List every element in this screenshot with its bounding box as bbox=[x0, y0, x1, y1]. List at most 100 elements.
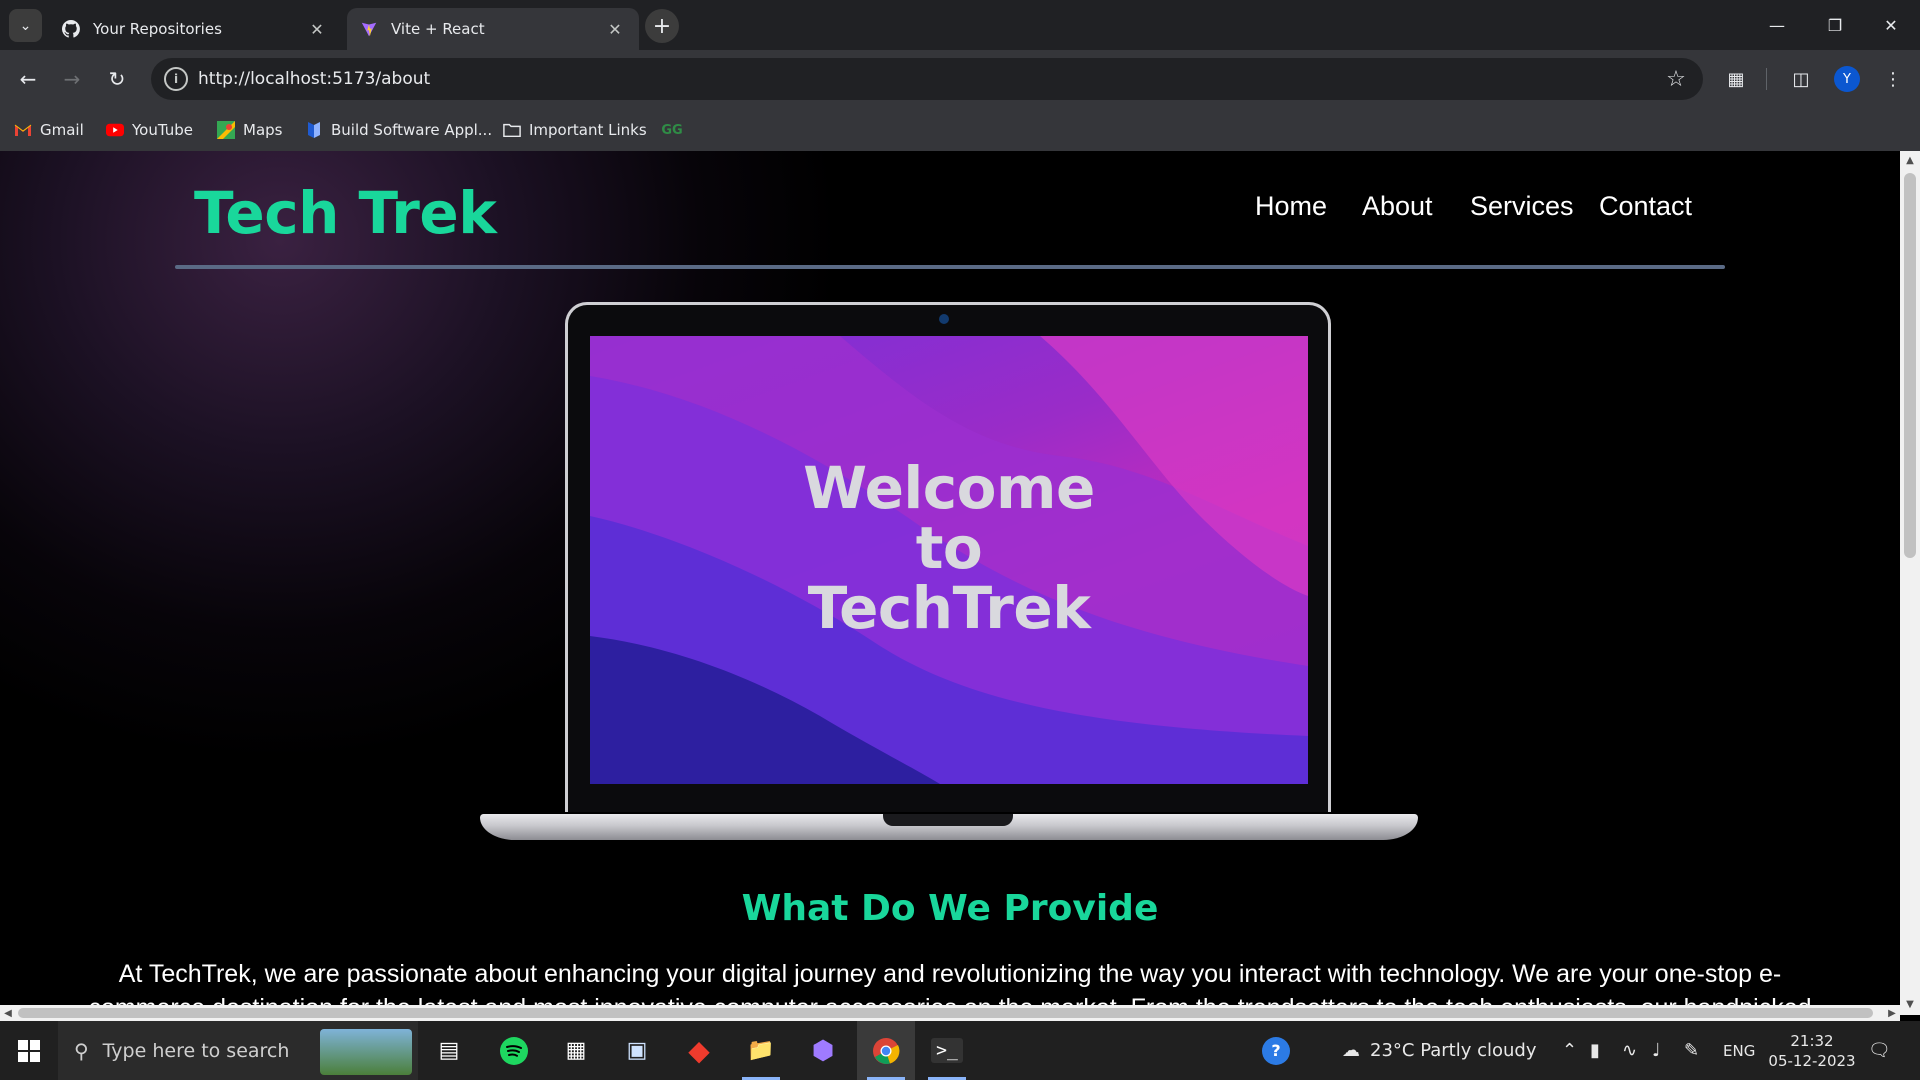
bookmark-star-icon[interactable]: ☆ bbox=[1659, 62, 1693, 96]
task-view-button[interactable]: ▤ bbox=[420, 1021, 478, 1080]
bookmark-gmail[interactable]: Gmail bbox=[14, 116, 84, 144]
scroll-right-icon[interactable]: ▶ bbox=[1884, 1005, 1900, 1021]
header-divider bbox=[175, 265, 1725, 269]
page-viewport: Tech Trek Home About Services Contact We… bbox=[0, 151, 1900, 1015]
profile-avatar[interactable]: Y bbox=[1834, 66, 1860, 92]
clock[interactable]: 21:32 05-12-2023 bbox=[1752, 1031, 1872, 1071]
volume-icon[interactable]: ♩ bbox=[1652, 1021, 1661, 1080]
side-panel-icon: ◫ bbox=[1792, 68, 1810, 90]
site-logo[interactable]: Tech Trek bbox=[194, 179, 497, 247]
gmail-icon bbox=[14, 121, 32, 139]
restore-button[interactable]: ❐ bbox=[1806, 0, 1864, 50]
clock-time: 21:32 bbox=[1790, 1032, 1834, 1050]
horizontal-scrollbar[interactable]: ◀ ▶ bbox=[0, 1005, 1900, 1021]
arrow-right-icon: → bbox=[63, 67, 81, 91]
bookmarks-bar: Gmail YouTube Maps Build Software Appl..… bbox=[0, 108, 1920, 151]
photos-taskbar-button[interactable]: ▣ bbox=[608, 1021, 666, 1080]
close-icon: ✕ bbox=[1884, 15, 1898, 35]
browser-tab-strip: ⌄ Your Repositories ✕ Vite + React ✕ + —… bbox=[0, 0, 1920, 50]
vite-icon bbox=[359, 19, 379, 39]
back-button[interactable]: ← bbox=[11, 62, 45, 96]
close-icon[interactable]: ✕ bbox=[305, 17, 329, 41]
visual-studio-taskbar-button[interactable]: ⬢ bbox=[794, 1021, 852, 1080]
youtube-icon bbox=[106, 121, 124, 139]
file-explorer-taskbar-button[interactable]: 📁 bbox=[732, 1021, 790, 1080]
language-indicator[interactable]: ENG bbox=[1723, 1021, 1755, 1080]
extensions-button[interactable]: ▦ bbox=[1719, 62, 1753, 96]
wifi-icon[interactable]: ∿ bbox=[1622, 1021, 1637, 1080]
close-window-button[interactable]: ✕ bbox=[1862, 0, 1920, 50]
url-text[interactable]: http://localhost:5173/about bbox=[198, 69, 1659, 89]
site-info-icon[interactable]: i bbox=[164, 67, 188, 91]
restore-icon: ❐ bbox=[1827, 15, 1843, 35]
github-icon bbox=[61, 19, 81, 39]
search-icon: ⚲ bbox=[74, 1038, 89, 1063]
anydesk-taskbar-button[interactable]: ◆ bbox=[670, 1021, 728, 1080]
chevron-down-icon: ⌄ bbox=[19, 17, 32, 34]
show-hidden-icons-button[interactable]: ⌃ bbox=[1562, 1021, 1577, 1080]
minimize-button[interactable]: — bbox=[1748, 0, 1806, 50]
hero-line: TechTrek bbox=[807, 574, 1091, 642]
tab-vite-react[interactable]: Vite + React ✕ bbox=[347, 8, 639, 50]
tab-title: Your Repositories bbox=[93, 20, 222, 38]
help-icon[interactable]: ? bbox=[1262, 1021, 1290, 1080]
maps-icon bbox=[217, 121, 235, 139]
clock-date: 05-12-2023 bbox=[1768, 1052, 1856, 1070]
app-icon bbox=[305, 121, 323, 139]
task-view-icon: ▤ bbox=[438, 1038, 460, 1063]
bookmark-geeksforgeeks[interactable]: GG bbox=[661, 116, 689, 144]
notifications-icon[interactable]: 🗨 bbox=[1868, 1021, 1891, 1080]
laptop-screen: Welcome to TechTrek bbox=[590, 336, 1308, 784]
hero-line: Welcome bbox=[803, 454, 1095, 522]
taskbar-search-box[interactable]: ⚲ Type here to search bbox=[58, 1021, 418, 1080]
address-bar[interactable]: i http://localhost:5173/about ☆ bbox=[151, 58, 1703, 100]
side-panel-button[interactable]: ◫ bbox=[1784, 62, 1818, 96]
bookmark-build-software[interactable]: Build Software Appl... bbox=[305, 116, 492, 144]
nav-home-link[interactable]: Home bbox=[1255, 191, 1327, 222]
tab-your-repositories[interactable]: Your Repositories ✕ bbox=[49, 8, 341, 50]
scroll-down-icon[interactable]: ▼ bbox=[1900, 995, 1920, 1013]
weather-text: 23°C Partly cloudy bbox=[1370, 1040, 1537, 1061]
scrollbar-thumb[interactable] bbox=[18, 1008, 1873, 1018]
terminal-icon: >_ bbox=[931, 1038, 963, 1063]
scrollbar-thumb[interactable] bbox=[1904, 173, 1916, 558]
tab-search-button[interactable]: ⌄ bbox=[9, 9, 42, 42]
bookmark-label: YouTube bbox=[132, 121, 193, 139]
section-heading: What Do We Provide bbox=[741, 888, 1159, 929]
search-highlight-illustration bbox=[320, 1029, 412, 1075]
scroll-up-icon[interactable]: ▲ bbox=[1900, 151, 1920, 169]
browser-menu-button[interactable]: ⋮ bbox=[1876, 62, 1910, 96]
webcam-dot bbox=[939, 314, 949, 324]
kebab-menu-icon: ⋮ bbox=[1884, 68, 1902, 90]
bookmark-maps[interactable]: Maps bbox=[217, 116, 282, 144]
arrow-left-icon: ← bbox=[19, 67, 37, 91]
forward-button[interactable]: → bbox=[55, 62, 89, 96]
battery-icon[interactable]: ▮ bbox=[1590, 1021, 1600, 1080]
bookmark-folder-important-links[interactable]: Important Links bbox=[503, 116, 647, 144]
nav-about-link[interactable]: About bbox=[1362, 191, 1433, 222]
spotify-taskbar-button[interactable] bbox=[485, 1021, 543, 1080]
bookmark-youtube[interactable]: YouTube bbox=[106, 116, 193, 144]
vertical-scrollbar[interactable]: ▲ ▼ bbox=[1900, 151, 1920, 1015]
chrome-taskbar-button[interactable] bbox=[857, 1021, 915, 1080]
close-icon[interactable]: ✕ bbox=[603, 17, 627, 41]
bookmark-label: Build Software Appl... bbox=[331, 121, 493, 139]
start-button[interactable] bbox=[0, 1021, 58, 1080]
nav-contact-link[interactable]: Contact bbox=[1599, 191, 1692, 222]
photos-icon: ▣ bbox=[626, 1038, 648, 1063]
geeksforgeeks-icon: GG bbox=[661, 122, 683, 138]
browser-toolbar: ← → ↻ i http://localhost:5173/about ☆ ▦ … bbox=[0, 50, 1920, 108]
pen-icon[interactable]: ✎ bbox=[1684, 1021, 1699, 1080]
folder-icon: 📁 bbox=[747, 1038, 775, 1063]
spotify-icon bbox=[500, 1036, 528, 1065]
new-tab-button[interactable]: + bbox=[645, 9, 679, 43]
weather-widget[interactable]: ☁ 23°C Partly cloudy bbox=[1342, 1021, 1537, 1080]
nav-services-link[interactable]: Services bbox=[1470, 191, 1574, 222]
bookmark-label: Important Links bbox=[529, 121, 647, 139]
reload-button[interactable]: ↻ bbox=[100, 62, 134, 96]
terminal-taskbar-button[interactable]: >_ bbox=[918, 1021, 976, 1080]
scroll-left-icon[interactable]: ◀ bbox=[0, 1005, 16, 1021]
laptop-notch bbox=[883, 814, 1013, 826]
chevron-up-icon: ⌃ bbox=[1562, 1040, 1578, 1061]
app-taskbar-button[interactable]: ▦ bbox=[547, 1021, 605, 1080]
